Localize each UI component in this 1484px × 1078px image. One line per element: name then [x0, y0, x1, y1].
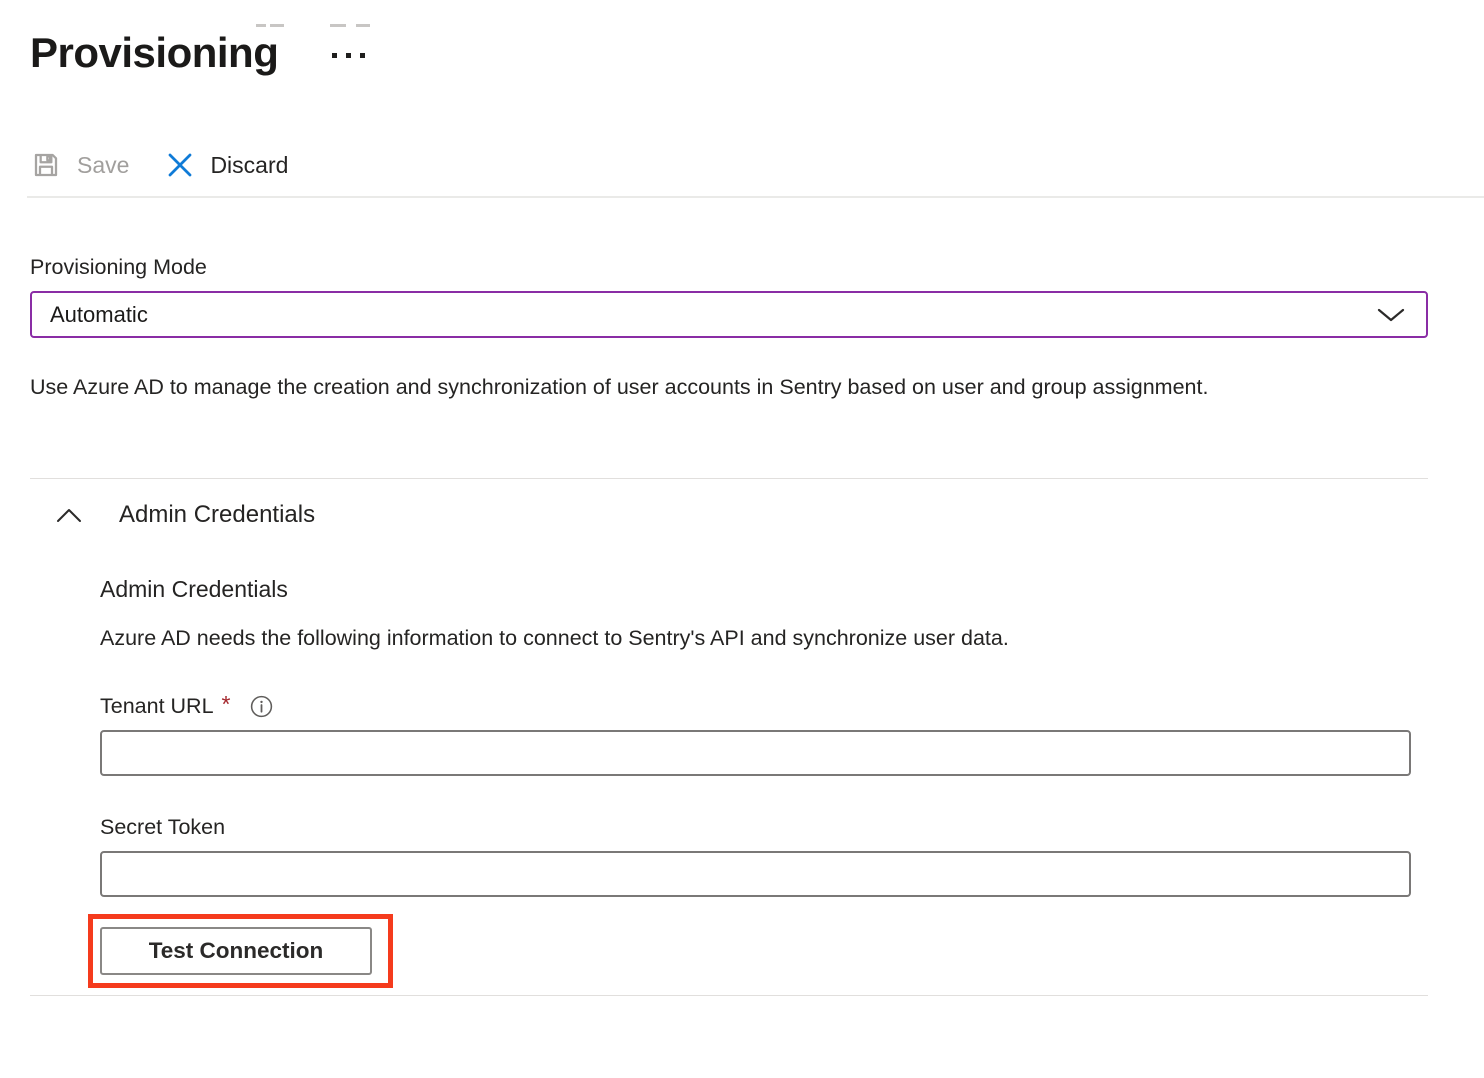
- provisioning-mode-dropdown[interactable]: Automatic: [30, 291, 1428, 338]
- provisioning-page: Provisioning Save: [0, 24, 1484, 996]
- command-bar: Save Discard: [30, 144, 1428, 186]
- admin-credentials-section-body: Admin Credentials Azure AD needs the fol…: [100, 575, 1428, 988]
- admin-credentials-heading: Admin Credentials: [100, 575, 1428, 603]
- secret-token-label: Secret Token: [100, 815, 225, 840]
- more-menu-button[interactable]: [330, 47, 367, 64]
- clipped-breadcrumb-remnant: [356, 24, 370, 27]
- bottom-divider: [30, 995, 1428, 996]
- provisioning-mode-value: Automatic: [50, 302, 148, 328]
- secret-token-input[interactable]: [100, 851, 1411, 897]
- provisioning-mode-label: Provisioning Mode: [30, 254, 1428, 280]
- chevron-down-icon: [1376, 306, 1406, 324]
- clipped-breadcrumb-remnant: [330, 24, 346, 27]
- required-marker: *: [222, 691, 231, 718]
- save-label: Save: [77, 152, 129, 179]
- save-icon: [30, 149, 62, 181]
- provisioning-mode-description: Use Azure AD to manage the creation and …: [30, 366, 1340, 408]
- tenant-url-input[interactable]: [100, 730, 1411, 776]
- info-icon[interactable]: [249, 694, 274, 719]
- admin-credentials-section-toggle[interactable]: Admin Credentials: [30, 499, 1428, 531]
- toolbar-divider: [27, 196, 1484, 198]
- x-icon: [165, 150, 195, 180]
- tenant-url-label-row: Tenant URL *: [100, 692, 1428, 720]
- admin-credentials-section-title: Admin Credentials: [119, 501, 315, 529]
- annotation-highlight-box: Test Connection: [88, 914, 393, 988]
- admin-credentials-description: Azure AD needs the following information…: [100, 624, 1428, 652]
- save-button[interactable]: Save: [30, 149, 129, 181]
- ellipsis-icon: [346, 53, 351, 58]
- ellipsis-icon: [360, 53, 365, 58]
- secret-token-label-row: Secret Token: [100, 813, 1428, 841]
- clipped-breadcrumb-remnant: [270, 24, 284, 27]
- discard-button[interactable]: Discard: [165, 150, 288, 180]
- discard-label: Discard: [210, 152, 288, 179]
- section-divider: [30, 478, 1428, 479]
- page-title: Provisioning: [30, 29, 278, 77]
- test-connection-button[interactable]: Test Connection: [100, 927, 372, 975]
- chevron-up-icon: [55, 507, 83, 524]
- tenant-url-label: Tenant URL: [100, 694, 214, 719]
- page-header: Provisioning: [30, 24, 1428, 82]
- clipped-breadcrumb-remnant: [256, 24, 266, 27]
- ellipsis-icon: [332, 53, 337, 58]
